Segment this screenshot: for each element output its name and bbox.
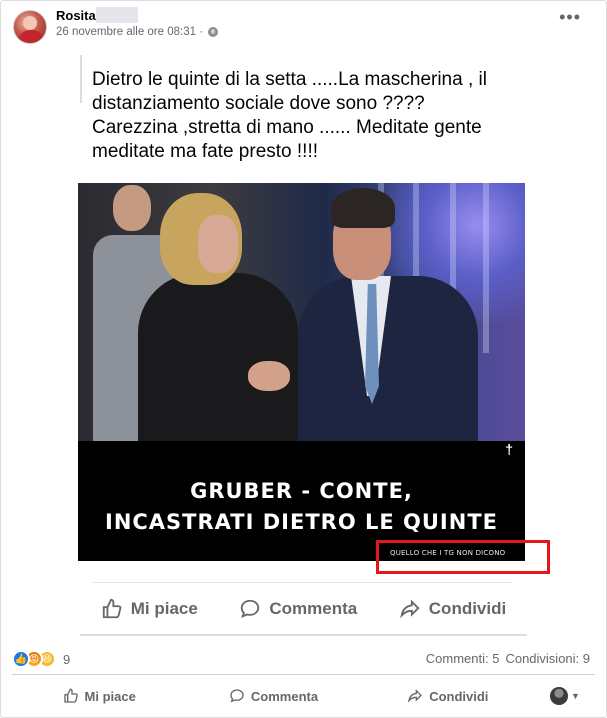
chevron-down-icon: ▼ [571,691,580,701]
share-button[interactable]: Condividi [361,688,535,704]
image-caption: GRUBER - CONTE, INCASTRATI DIETRO LE QUI… [78,476,525,538]
man-figure [293,188,493,441]
figure-face [198,215,238,273]
shared-card-bottom [80,634,527,636]
shared-card-border [80,55,82,103]
avatar-face [23,16,37,30]
reactions-summary[interactable]: 👍 😡 😆 9 [12,650,70,668]
share-label: Condividi [429,688,489,704]
shared-share-label: Condividi [428,599,507,618]
user-avatar [550,687,569,705]
post-timestamp[interactable]: 26 novembre alle ore 08:31 · [56,26,203,38]
reaction-count: 9 [63,651,71,667]
comments-count[interactable]: Commenti: 5 [426,651,500,666]
inner-divider [92,582,512,583]
shares-count[interactable]: Condivisioni: 9 [505,651,590,666]
comment-label: Commenta [250,688,319,704]
share-icon [408,689,423,703]
shared-image[interactable]: † GRUBER - CONTE, INCASTRATI DIETRO LE Q… [78,183,525,561]
figure-coat [138,273,298,441]
avatar-body [18,30,44,43]
thumbs-up-icon [63,688,78,703]
handshake [248,361,290,391]
like-reaction-icon: 👍 [12,650,30,668]
post-action-bar: Mi piace Commenta Condividi ▼ [12,678,595,714]
more-options-button[interactable]: ••• [559,8,581,26]
red-highlight-box [376,540,550,574]
photo [78,183,525,441]
caption-line-1: GRUBER - CONTE, [190,479,413,503]
shared-post-text: Dietro le quinte di la setta .....La mas… [92,69,487,162]
caption-line-2: INCASTRATI DIETRO LE QUINTE [105,510,498,534]
shared-action-bar: Mi piace Commenta Condividi [80,586,527,632]
shared-like-button[interactable]: Mi piace [101,598,198,620]
like-label: Mi piace [84,688,136,704]
author-avatar[interactable] [13,10,47,44]
figure-suit [298,276,478,441]
comment-button[interactable]: Commenta [186,688,360,704]
comment-icon [241,599,260,618]
cross-mark: † [505,441,513,457]
post-meta: 26 novembre alle ore 08:31 · [56,26,219,38]
figure-hair [331,188,395,228]
like-button[interactable]: Mi piace [12,688,186,704]
comment-icon [230,689,244,703]
share-icon [400,599,420,619]
shared-like-label: Mi piace [130,599,198,618]
actions-divider [12,674,595,675]
shared-comment-label: Commenta [269,599,358,618]
post-stats: Commenti: 5 Condivisioni: 9 [426,651,590,666]
woman-figure [138,193,318,441]
profile-switcher[interactable]: ▼ [535,687,595,705]
thumbs-up-icon [102,598,122,619]
globe-icon [208,27,219,37]
redacted-surname [96,7,138,23]
shared-share-button[interactable]: Condividi [399,598,506,620]
shared-comment-button[interactable]: Commenta [239,598,357,620]
